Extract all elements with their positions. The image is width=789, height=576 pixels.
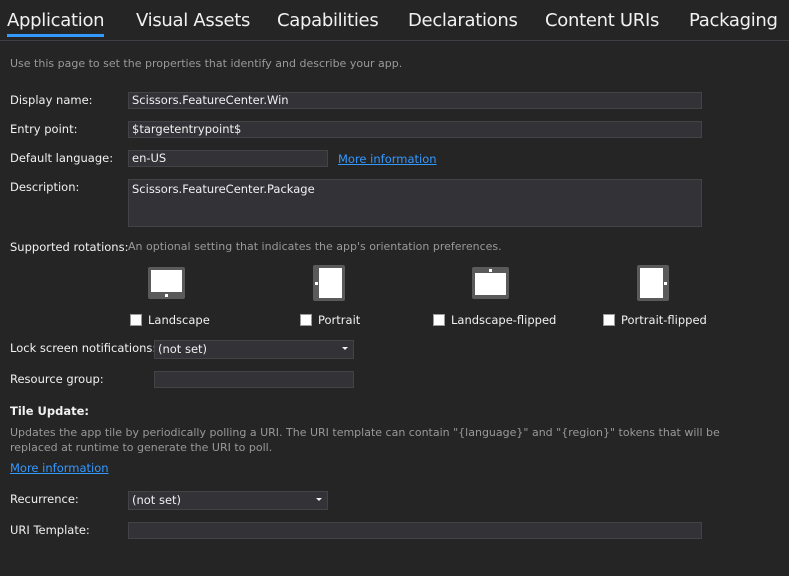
tablet-portrait-flipped-icon — [637, 265, 669, 301]
tablet-landscape-flipped-icon — [472, 267, 509, 299]
recurrence-value: (not set) — [132, 493, 182, 507]
chevron-down-icon — [342, 347, 348, 350]
landscape-flipped-checkbox[interactable] — [433, 314, 445, 326]
default-language-input[interactable]: en-US — [128, 150, 328, 167]
chevron-down-icon — [316, 498, 322, 501]
supported-rotations-hint: An optional setting that indicates the a… — [128, 240, 502, 253]
lock-screen-notifications-value: (not set) — [158, 342, 208, 356]
language-more-information-link[interactable]: More information — [338, 152, 437, 166]
uri-template-label: URI Template: — [10, 523, 90, 537]
resource-group-label: Resource group: — [10, 372, 104, 386]
tab-visual-assets[interactable]: Visual Assets — [136, 10, 250, 31]
tab-bar: Application Visual Assets Capabilities D… — [0, 0, 789, 41]
uri-template-input[interactable] — [128, 522, 702, 539]
entry-point-input[interactable]: $targetentrypoint$ — [128, 121, 702, 138]
landscape-checkbox[interactable] — [130, 314, 142, 326]
intro-text: Use this page to set the properties that… — [10, 57, 403, 70]
tab-capabilities[interactable]: Capabilities — [277, 10, 379, 31]
tile-update-heading: Tile Update: — [10, 404, 89, 418]
entry-point-label: Entry point: — [10, 122, 78, 136]
tab-application[interactable]: Application — [7, 10, 105, 37]
description-textarea[interactable]: Scissors.FeatureCenter.Package — [128, 179, 702, 227]
description-label: Description: — [10, 180, 80, 194]
portrait-flipped-checkbox[interactable] — [603, 314, 615, 326]
landscape-flipped-label: Landscape-flipped — [451, 313, 557, 327]
tablet-landscape-icon — [148, 267, 185, 299]
tab-packaging[interactable]: Packaging — [689, 10, 778, 31]
resource-group-input[interactable] — [154, 371, 354, 388]
portrait-flipped-label: Portrait-flipped — [621, 313, 707, 327]
tab-declarations[interactable]: Declarations — [408, 10, 518, 31]
lock-screen-notifications-label: Lock screen notifications: — [10, 341, 157, 355]
recurrence-dropdown[interactable]: (not set) — [128, 491, 328, 510]
landscape-label: Landscape — [148, 313, 210, 327]
tab-content-uris[interactable]: Content URIs — [545, 10, 659, 31]
display-name-input[interactable]: Scissors.FeatureCenter.Win — [128, 92, 702, 109]
lock-screen-notifications-dropdown[interactable]: (not set) — [154, 340, 354, 359]
portrait-checkbox[interactable] — [300, 314, 312, 326]
display-name-label: Display name: — [10, 93, 93, 107]
portrait-label: Portrait — [318, 313, 361, 327]
tile-update-more-information-link[interactable]: More information — [10, 461, 109, 475]
supported-rotations-label: Supported rotations: — [10, 240, 129, 254]
tile-update-description-line1: Updates the app tile by periodically pol… — [10, 426, 720, 439]
default-language-label: Default language: — [10, 151, 114, 165]
tile-update-description-line2: replaced at runtime to generate the URI … — [10, 441, 273, 454]
recurrence-label: Recurrence: — [10, 492, 79, 506]
tablet-portrait-icon — [313, 265, 345, 301]
